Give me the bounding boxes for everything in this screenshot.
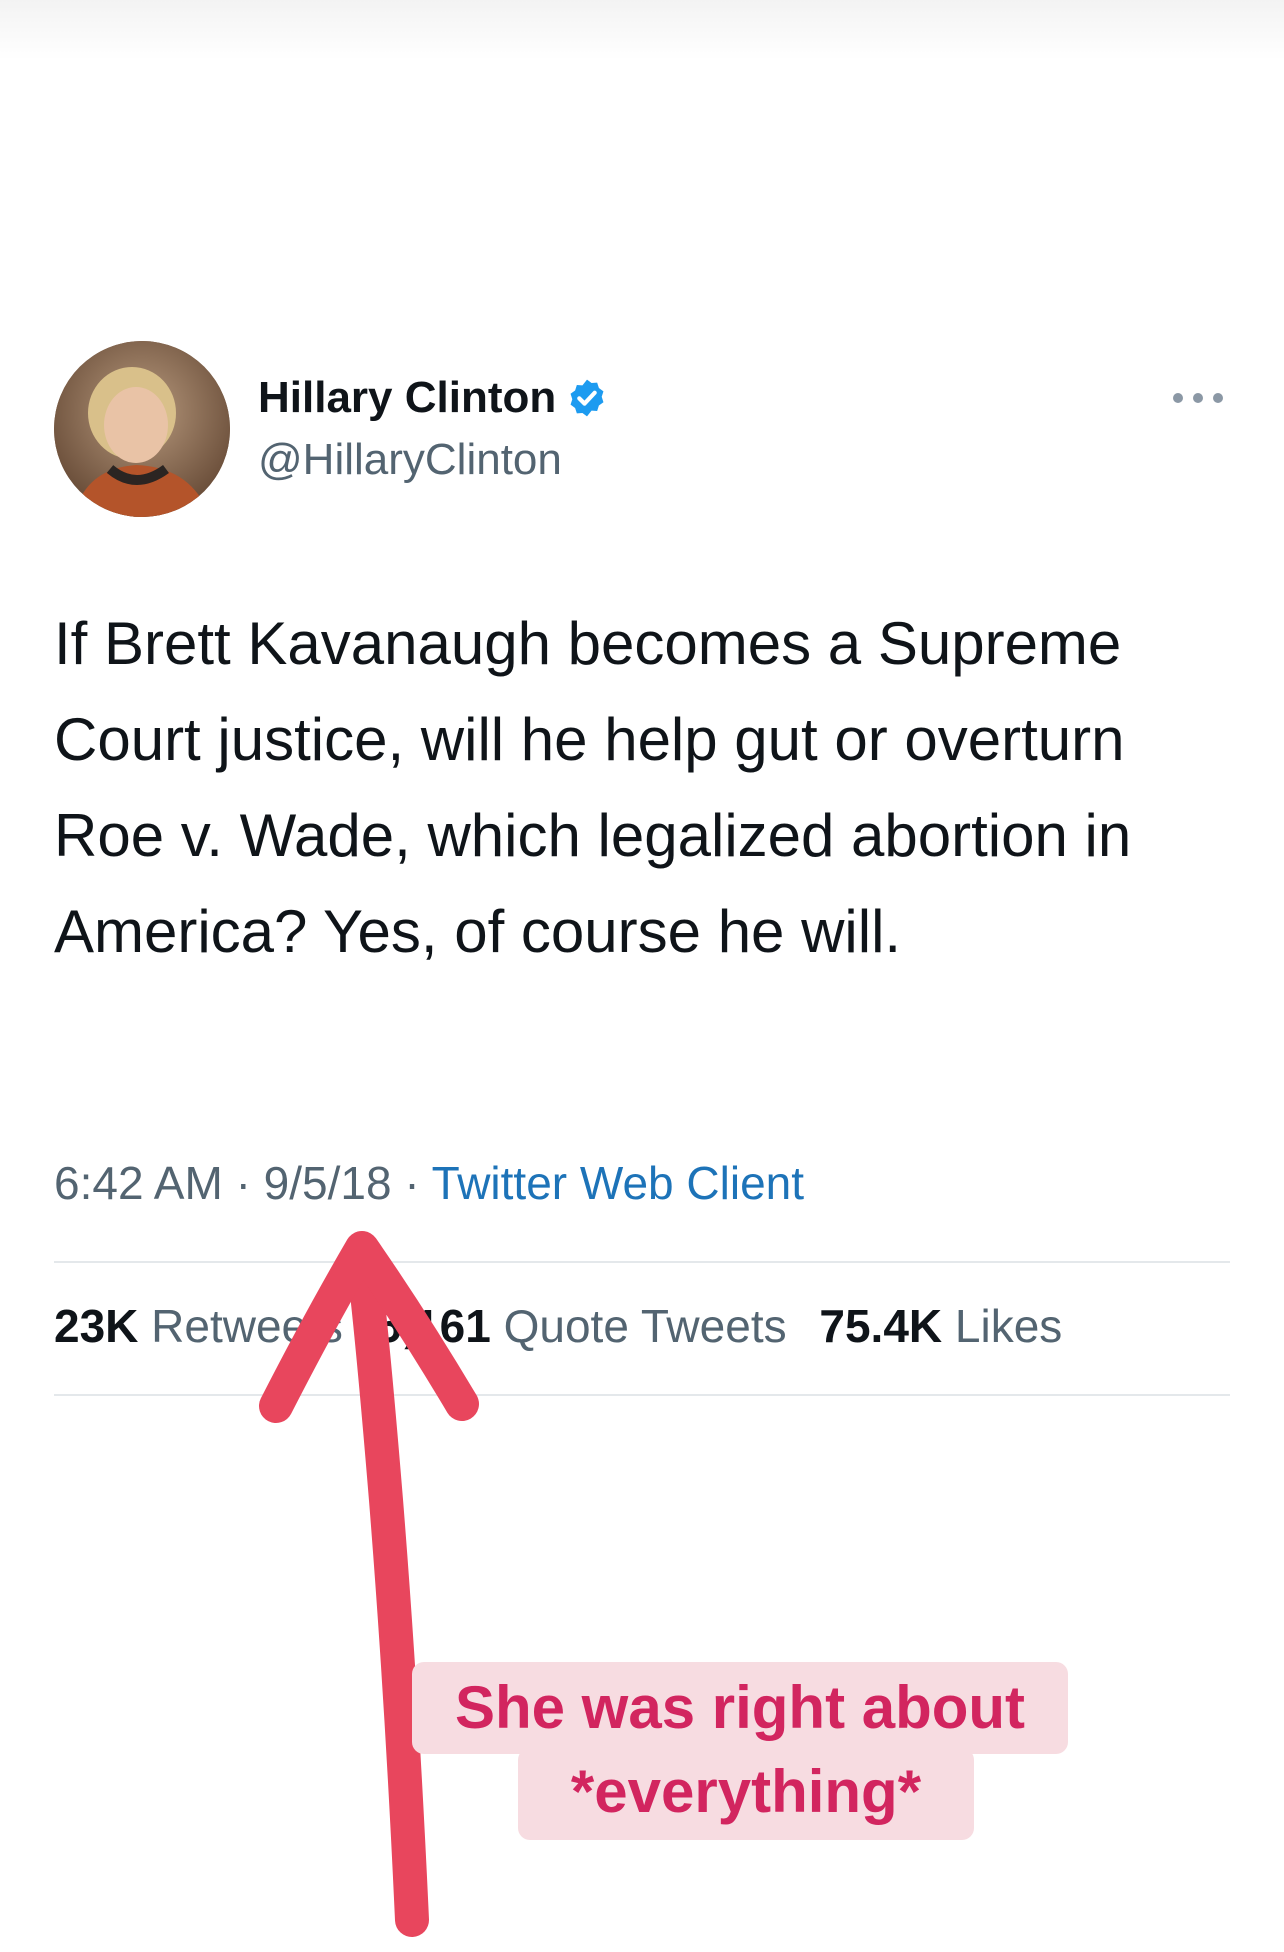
tweet-text: If Brett Kavanaugh becomes a Supreme Cou… xyxy=(54,610,1132,965)
quote-tweets-stat[interactable]: 5,161 Quote Tweets xyxy=(376,1300,787,1352)
verified-badge-icon xyxy=(570,379,604,417)
tweet-source-link[interactable]: Twitter Web Client xyxy=(432,1157,804,1209)
meta-separator: · xyxy=(404,1157,420,1209)
divider-bottom xyxy=(54,1394,1230,1396)
meta-separator: · xyxy=(235,1157,251,1209)
quote-tweets-count: 5,161 xyxy=(375,1300,491,1352)
tweet-time[interactable]: 6:42 AM xyxy=(54,1157,223,1209)
caption-line2: *everything* xyxy=(570,1758,922,1825)
display-name-text: Hillary Clinton xyxy=(258,373,557,422)
tweet-meta: 6:42 AM · 9/5/18 · Twitter Web Client xyxy=(54,1155,804,1211)
top-fade xyxy=(0,0,1284,60)
tweet-stats: 23K Retweets 5,161 Quote Tweets 75.4K Li… xyxy=(54,1298,1062,1354)
quote-tweets-label: Quote Tweets xyxy=(503,1300,787,1352)
retweets-count: 23K xyxy=(54,1300,139,1352)
retweets-label: Retweets xyxy=(151,1300,343,1352)
display-name[interactable]: Hillary Clinton xyxy=(258,372,608,424)
likes-label: Likes xyxy=(954,1300,1063,1352)
likes-count: 75.4K xyxy=(819,1300,943,1352)
caption-line1: She was right about xyxy=(454,1674,1026,1741)
likes-stat[interactable]: 75.4K Likes xyxy=(819,1300,1062,1352)
handle[interactable]: @HillaryClinton xyxy=(258,434,562,486)
retweets-stat[interactable]: 23K Retweets xyxy=(54,1300,343,1352)
profile-avatar[interactable] xyxy=(54,341,230,517)
avatar-image xyxy=(54,341,230,517)
tweet-date[interactable]: 9/5/18 xyxy=(264,1157,392,1209)
more-dots-icon[interactable] xyxy=(1170,388,1226,408)
divider-top xyxy=(54,1261,1230,1263)
